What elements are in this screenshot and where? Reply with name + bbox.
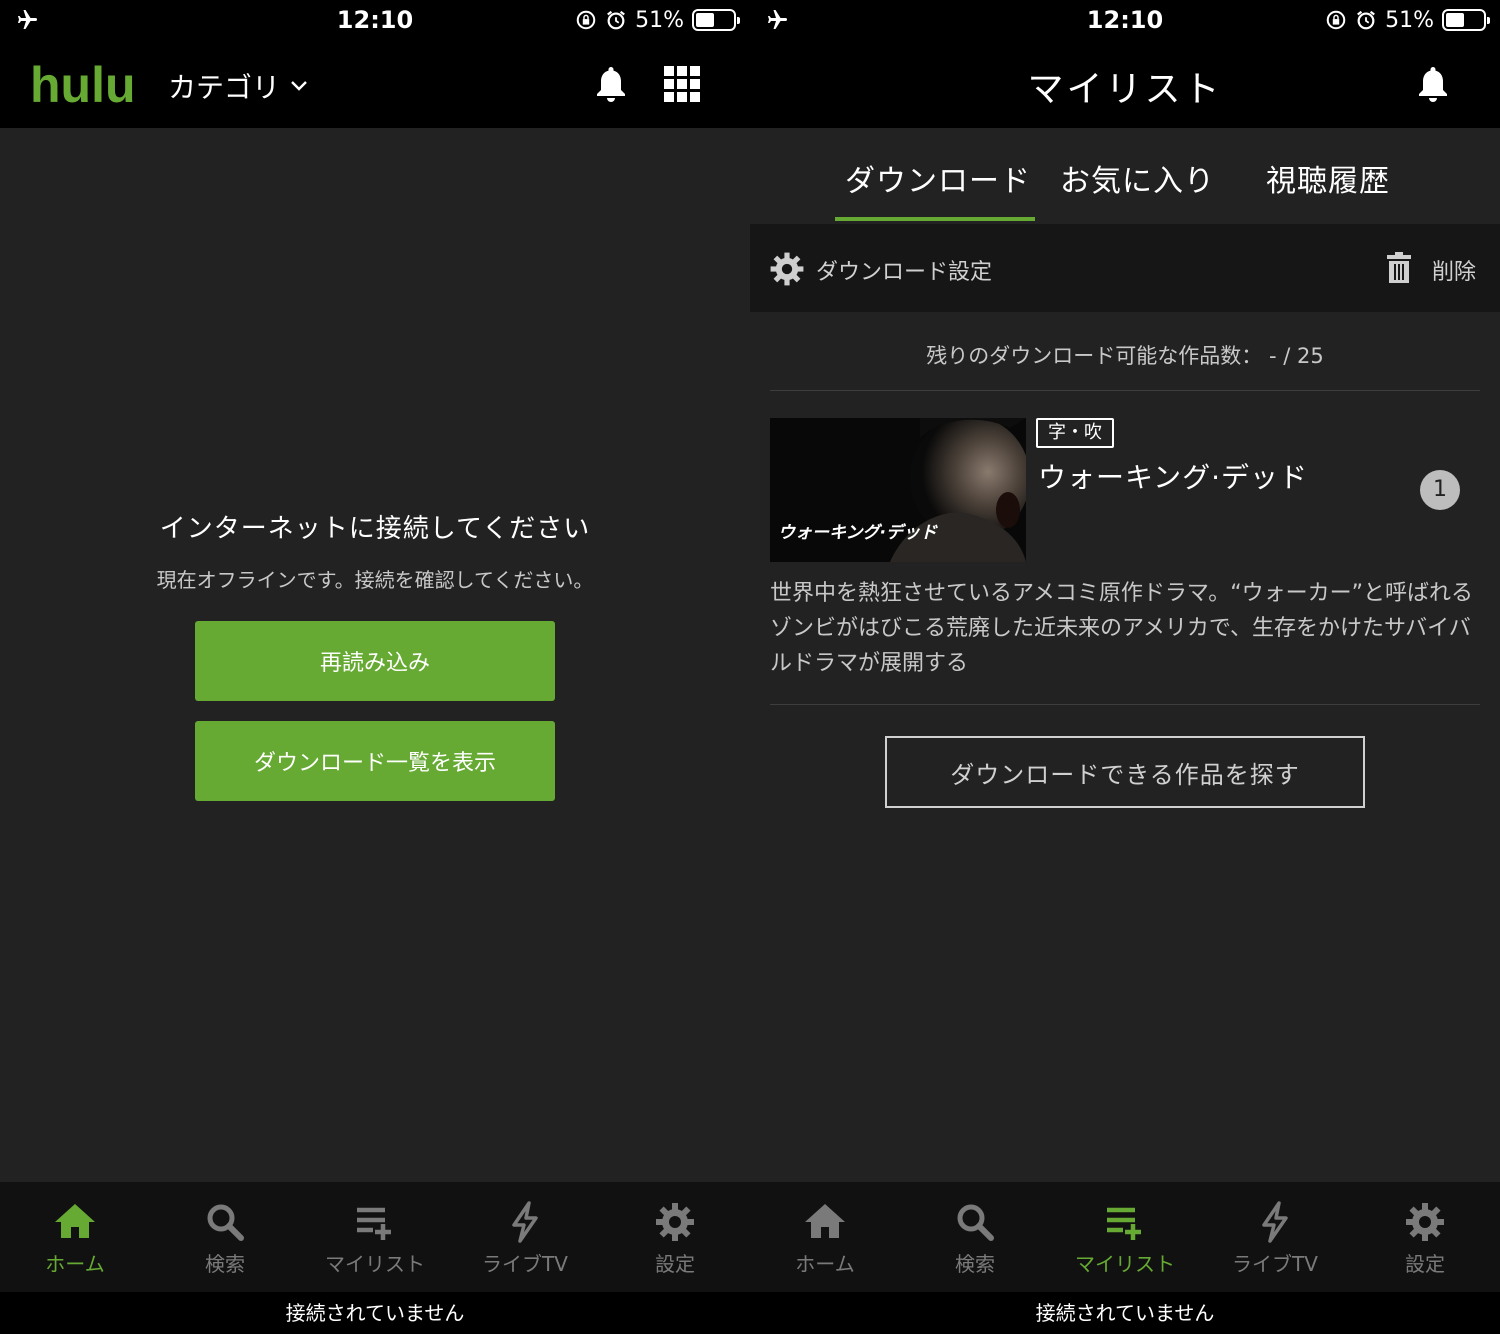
home-icon bbox=[805, 1204, 845, 1238]
tab-settings[interactable]: 設定 bbox=[600, 1182, 750, 1292]
tab-live-tv[interactable]: ライブTV bbox=[1200, 1182, 1350, 1292]
offline-message: 現在オフラインです。接続を確認してください。 bbox=[156, 568, 594, 592]
mylist-tabs: ダウンロード お気に入り 視聴履歴 bbox=[750, 128, 1500, 224]
tab-mylist[interactable]: マイリスト bbox=[300, 1182, 450, 1292]
tab-history[interactable]: 視聴履歴 bbox=[1266, 156, 1390, 200]
offline-title: インターネットに接続してください bbox=[159, 514, 591, 544]
tab-live-tv[interactable]: ライブTV bbox=[450, 1182, 600, 1292]
download-settings-button[interactable]: ダウンロード設定 bbox=[816, 254, 992, 286]
home-icon bbox=[55, 1204, 95, 1238]
category-dropdown[interactable]: カテゴリ bbox=[168, 66, 308, 106]
status-indicators: 51% bbox=[575, 7, 740, 33]
tab-search[interactable]: 検索 bbox=[900, 1182, 1050, 1292]
offline-status-bar: 接続されていません bbox=[750, 1292, 1500, 1334]
tab-search-label: 検索 bbox=[955, 1252, 995, 1276]
battery-icon bbox=[1442, 9, 1490, 31]
tab-live-tv-label: ライブTV bbox=[1232, 1252, 1318, 1276]
battery-level bbox=[696, 13, 714, 27]
thumbnail-title: ウォーキング·デッド bbox=[778, 523, 937, 543]
tab-favorites[interactable]: お気に入り bbox=[1060, 156, 1215, 200]
live-tv-icon bbox=[1262, 1201, 1288, 1243]
tab-bar: ホーム 検索 マイリスト ライブTV 設定 bbox=[0, 1182, 750, 1292]
hulu-logo[interactable]: hulu bbox=[30, 56, 136, 114]
battery-icon bbox=[692, 9, 740, 31]
tab-settings[interactable]: 設定 bbox=[1350, 1182, 1500, 1292]
search-icon bbox=[957, 1204, 994, 1241]
rotation-lock-icon bbox=[576, 10, 596, 30]
content-title[interactable]: ウォーキング·デッド bbox=[1038, 456, 1308, 496]
status-indicators: 51% bbox=[1325, 7, 1490, 33]
battery-level bbox=[1446, 13, 1464, 27]
mylist-icon bbox=[1107, 1207, 1141, 1240]
tab-mylist[interactable]: マイリスト bbox=[1050, 1182, 1200, 1292]
reload-button[interactable]: 再読み込み bbox=[195, 621, 555, 701]
status-bar: 12:10 51% bbox=[0, 0, 750, 40]
tab-mylist-label: マイリスト bbox=[1075, 1252, 1175, 1276]
search-icon bbox=[207, 1204, 244, 1241]
content-thumbnail[interactable]: ウォーキング·デッド bbox=[770, 418, 1026, 562]
notification-bell-icon[interactable] bbox=[1416, 64, 1450, 104]
episode-count-badge[interactable]: 1 bbox=[1420, 470, 1460, 510]
status-bar: 12:10 51% bbox=[750, 0, 1500, 40]
show-download-list-button[interactable]: ダウンロード一覧を表示 bbox=[195, 721, 555, 801]
alarm-icon bbox=[1357, 10, 1376, 30]
notification-bell-icon[interactable] bbox=[594, 64, 628, 104]
tab-search[interactable]: 検索 bbox=[150, 1182, 300, 1292]
mylist-icon bbox=[357, 1207, 391, 1240]
find-downloadable-button[interactable]: ダウンロードできる作品を探す bbox=[885, 736, 1365, 808]
download-toolbar: ダウンロード設定 削除 bbox=[750, 224, 1500, 312]
settings-icon bbox=[1406, 1203, 1444, 1241]
tab-settings-label: 設定 bbox=[1405, 1252, 1445, 1276]
mylist-screen: 12:10 51% マイリスト ダウンロード お気に入り 視聴履歴 ダウンロード… bbox=[750, 0, 1500, 1334]
subtitle-dub-badge: 字・吹 bbox=[1036, 418, 1114, 448]
divider bbox=[770, 704, 1480, 705]
home-screen: 12:10 51% hulu カテゴリ インターネットに接続してください 現在オ… bbox=[0, 0, 750, 1334]
remaining-downloads: 残りのダウンロード可能な作品数： - / 25 bbox=[926, 344, 1324, 368]
alarm-icon bbox=[607, 10, 626, 30]
tab-home-label: ホーム bbox=[45, 1252, 105, 1276]
tab-mylist-label: マイリスト bbox=[325, 1252, 425, 1276]
tab-home[interactable]: ホーム bbox=[750, 1182, 900, 1292]
tab-home-label: ホーム bbox=[795, 1252, 855, 1276]
battery-percent: 51% bbox=[1385, 7, 1434, 33]
tab-search-label: 検索 bbox=[205, 1252, 245, 1276]
rotation-lock-icon bbox=[1326, 10, 1346, 30]
delete-button[interactable]: 削除 bbox=[1432, 254, 1476, 286]
settings-icon bbox=[656, 1203, 694, 1241]
live-tv-icon bbox=[512, 1201, 538, 1243]
grid-menu-icon[interactable] bbox=[664, 66, 700, 102]
trash-icon[interactable] bbox=[1386, 252, 1412, 284]
offline-status-bar: 接続されていません bbox=[0, 1292, 750, 1334]
page-title: マイリスト bbox=[1027, 69, 1223, 110]
active-tab-indicator bbox=[835, 217, 1035, 221]
tab-download[interactable]: ダウンロード bbox=[845, 156, 1031, 200]
tab-live-tv-label: ライブTV bbox=[482, 1252, 568, 1276]
content-description: 世界中を熱狂させているアメコミ原作ドラマ。“ウォーカー”と呼ばれるゾンビがはびこ… bbox=[770, 581, 1474, 676]
tab-home[interactable]: ホーム bbox=[0, 1182, 150, 1292]
category-label: カテゴリ bbox=[168, 71, 281, 104]
home-header: hulu カテゴリ bbox=[0, 40, 750, 128]
mylist-header: マイリスト bbox=[750, 40, 1500, 128]
tab-settings-label: 設定 bbox=[655, 1252, 695, 1276]
tab-bar: ホーム 検索 マイリスト ライブTV 設定 bbox=[750, 1182, 1500, 1292]
chevron-down-icon bbox=[291, 81, 307, 91]
battery-percent: 51% bbox=[635, 7, 684, 33]
gear-icon[interactable] bbox=[768, 250, 806, 288]
divider bbox=[770, 390, 1480, 391]
